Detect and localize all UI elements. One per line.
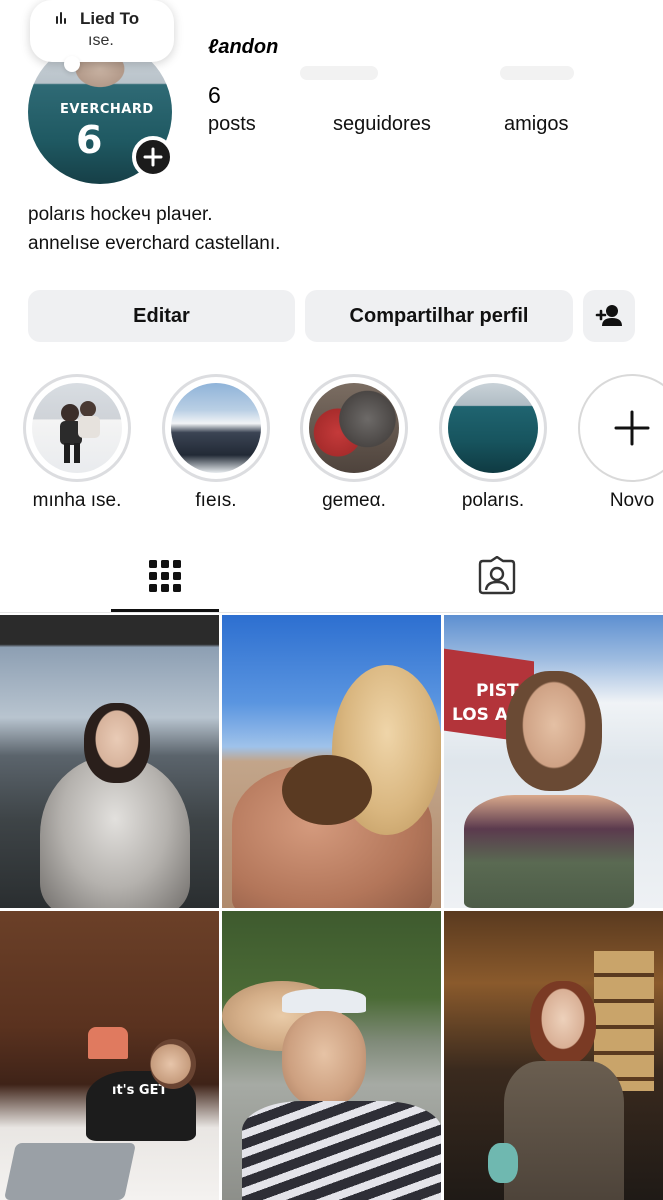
post-thumbnail[interactable]: PISTA LOS ASNO: [444, 615, 663, 908]
couple-silhouette-icon: [60, 401, 100, 463]
followers-label[interactable]: seguidores: [333, 113, 431, 136]
post-subject: [282, 755, 372, 825]
grid-icon: [149, 560, 181, 592]
post-subject: [506, 671, 602, 791]
highlight-cover-image: [448, 383, 538, 473]
highlight-cover-image: [309, 383, 399, 473]
post-thumbnail[interactable]: [0, 615, 219, 908]
profile-bio: polarıs hockeч plaчer. annelıse everchar…: [28, 200, 280, 258]
edit-profile-button[interactable]: Editar: [28, 290, 295, 342]
friends-label[interactable]: amigos: [504, 113, 568, 136]
lamp: [88, 1027, 128, 1059]
avatar-jersey-name: EVERCHARD: [60, 102, 154, 117]
new-highlight-button[interactable]: Novo: [578, 374, 663, 512]
highlight-label: mınha ıse.: [32, 490, 122, 511]
plus-icon: [143, 147, 163, 167]
bio-line: polarıs hockeч plaчer.: [28, 204, 213, 225]
post-thumbnail[interactable]: [222, 911, 441, 1200]
shirt-text: ıt's GET: [112, 1083, 168, 1098]
highlight-cover-image: [32, 383, 122, 473]
highlight-ring: [162, 374, 270, 482]
highlight-item[interactable]: fıeıs.: [162, 374, 270, 512]
plus-icon: [614, 410, 650, 446]
share-profile-button[interactable]: Compartilhar perfil: [305, 290, 573, 342]
highlight-item[interactable]: polarıs.: [439, 374, 547, 512]
highlight-item[interactable]: gemeα.: [300, 374, 408, 512]
highlight-label: Novo: [609, 490, 655, 511]
highlight-ring: [300, 374, 408, 482]
note-title: Lied To: [80, 9, 140, 28]
highlight-ring: [578, 374, 663, 482]
note-subtitle: ıse.: [88, 32, 114, 49]
posts-label[interactable]: posts: [208, 113, 256, 136]
laptop: [3, 1143, 137, 1200]
tab-tagged[interactable]: [477, 555, 517, 596]
post-subject: [150, 1039, 196, 1089]
tab-grid[interactable]: [145, 556, 185, 596]
post-subject: [84, 703, 150, 783]
divider: [0, 612, 663, 613]
stool: [488, 1143, 518, 1183]
highlight-item[interactable]: mınha ıse.: [23, 374, 131, 512]
highlight-label: polarıs.: [461, 490, 525, 511]
highlight-ring: [439, 374, 547, 482]
highlight-ring: [23, 374, 131, 482]
post-subject: [282, 1011, 366, 1107]
add-story-button[interactable]: [132, 136, 174, 178]
post-subject: [464, 795, 634, 908]
highlight-label: fıeıs.: [195, 490, 237, 511]
tagged-person-icon: [478, 555, 516, 595]
post-thumbnail[interactable]: [444, 911, 663, 1200]
cap: [282, 989, 366, 1013]
post-subject: [530, 981, 596, 1065]
add-friend-button[interactable]: [583, 290, 635, 342]
profile-username: ℓandon: [208, 36, 279, 58]
blurred-stat: [300, 66, 378, 80]
bio-line: annelıse everchard castellanı.: [28, 233, 281, 254]
post-subject: [242, 1101, 441, 1200]
blurred-stat: [500, 66, 574, 80]
post-thumbnail[interactable]: ıt's GET: [0, 911, 219, 1200]
music-note-icon: [56, 12, 70, 26]
highlight-cover-image: [171, 383, 261, 473]
highlight-label: gemeα.: [322, 490, 386, 511]
avatar-jersey-number: 6: [76, 118, 103, 162]
post-subject: [504, 1061, 624, 1200]
profile-note-bubble[interactable]: Lied To ıse.: [30, 0, 174, 72]
add-person-icon: [595, 305, 622, 326]
post-thumbnail[interactable]: [222, 615, 441, 908]
posts-count[interactable]: 6: [208, 82, 221, 109]
